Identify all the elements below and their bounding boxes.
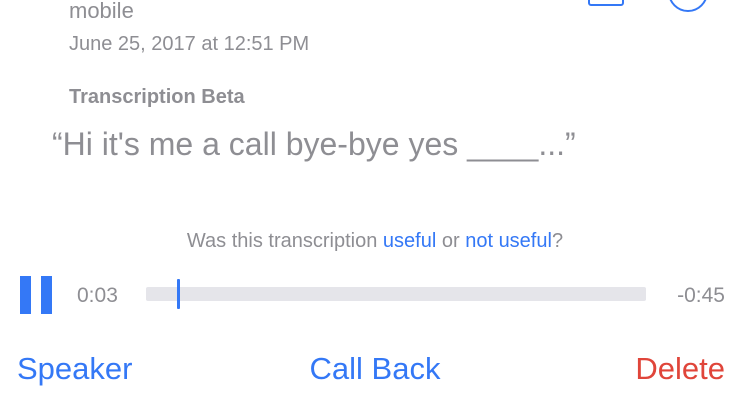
- pause-icon-bar: [41, 276, 52, 314]
- speaker-button[interactable]: Speaker: [17, 350, 132, 388]
- call-back-button[interactable]: Call Back: [310, 351, 441, 386]
- message-icon[interactable]: [588, 0, 624, 6]
- playback-scrubber[interactable]: [146, 279, 646, 309]
- caller-source-label: mobile: [69, 0, 134, 23]
- pause-button[interactable]: [20, 276, 54, 314]
- feedback-prefix: Was this transcription: [186, 230, 383, 252]
- info-icon[interactable]: [668, 0, 708, 12]
- time-remaining: -0:45: [677, 284, 725, 307]
- voicemail-detail: mobile June 25, 2017 at 12:51 PM Transcr…: [0, 0, 750, 410]
- feedback-suffix: ?: [551, 230, 564, 252]
- time-elapsed: 0:03: [77, 284, 118, 307]
- voicemail-date: June 25, 2017 at 12:51 PM: [69, 33, 310, 55]
- scrubber-thumb[interactable]: [177, 279, 180, 309]
- delete-button[interactable]: Delete: [635, 350, 725, 388]
- not-useful-link[interactable]: not useful: [465, 230, 552, 252]
- pause-icon: [20, 276, 31, 314]
- feedback-middle: or: [436, 230, 466, 252]
- transcription-text: “Hi it's me a call bye-bye yes ____...”: [52, 126, 576, 162]
- transcription-feedback: Was this transcription useful or not use…: [0, 227, 750, 255]
- transcription-title: Transcription Beta: [69, 86, 245, 108]
- useful-link[interactable]: useful: [383, 230, 436, 252]
